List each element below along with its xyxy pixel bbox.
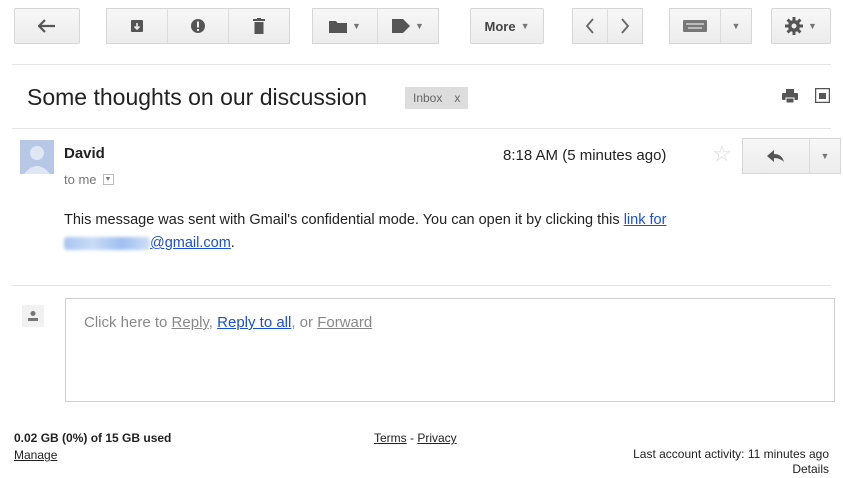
body-end: . xyxy=(230,235,235,251)
link-email-domain: @gmail.com xyxy=(150,235,231,251)
person-icon xyxy=(28,311,38,321)
navigation-group xyxy=(572,8,643,44)
redacted-email-local-part xyxy=(64,236,150,250)
inbox-label-chip[interactable]: Inbox x xyxy=(405,87,469,109)
message-divider xyxy=(12,285,831,286)
privacy-link[interactable]: Privacy xyxy=(417,431,456,445)
reply-sep2: , or xyxy=(291,314,318,331)
avatar[interactable] xyxy=(20,140,54,174)
last-activity: Last account activity: 11 minutes ago xyxy=(633,447,829,461)
chevron-down-icon: ▼ xyxy=(808,21,817,31)
remove-label-icon[interactable]: x xyxy=(454,91,460,105)
recipient-line: to me ▼ xyxy=(64,172,114,187)
terms-privacy: Terms - Privacy xyxy=(374,431,457,445)
chevron-down-icon: ▼ xyxy=(352,21,361,31)
input-tools-dropdown[interactable]: ▼ xyxy=(720,8,752,44)
folder-icon xyxy=(329,21,348,33)
back-button[interactable] xyxy=(14,8,80,44)
terms-link[interactable]: Terms xyxy=(374,431,407,445)
move-label-group: ▼ ▼ xyxy=(312,8,439,44)
delete-button[interactable] xyxy=(228,8,290,44)
settings-button[interactable]: ▼ xyxy=(771,8,831,44)
chevron-down-icon: ▼ xyxy=(520,21,530,31)
chevron-down-icon: ▼ xyxy=(731,21,741,31)
chevron-down-icon: ▼ xyxy=(820,151,830,161)
storage-usage: 0.02 GB (0%) of 15 GB used xyxy=(14,431,172,445)
label-icon xyxy=(392,19,411,33)
older-button[interactable] xyxy=(607,8,643,44)
back-arrow-icon xyxy=(38,19,55,33)
message-time: 8:18 AM (5 minutes ago) xyxy=(503,147,667,164)
input-tools-button[interactable] xyxy=(669,8,721,44)
archive-button[interactable] xyxy=(106,8,168,44)
reply-group: ▼ xyxy=(742,138,841,174)
show-details-icon[interactable]: ▼ xyxy=(102,174,114,185)
more-button[interactable]: More ▼ xyxy=(470,8,544,44)
reply-prefix: Click here to xyxy=(84,314,172,331)
toolbar-divider xyxy=(12,64,831,65)
new-window-button[interactable] xyxy=(814,87,831,108)
details-link[interactable]: Details xyxy=(792,462,829,476)
reply-link[interactable]: Reply xyxy=(172,314,209,331)
body-text: This message was sent with Gmail's confi… xyxy=(64,212,624,228)
person-silhouette-icon xyxy=(24,146,50,174)
footer-dash: - xyxy=(406,431,418,445)
gear-icon xyxy=(785,17,804,35)
recipient-text: to me xyxy=(64,172,97,187)
link-text-part1: link for xyxy=(623,212,667,228)
move-to-button[interactable]: ▼ xyxy=(312,8,378,44)
reply-arrow-icon xyxy=(767,149,784,162)
reply-all-link[interactable]: Reply to all xyxy=(217,314,291,331)
email-subject: Some thoughts on our discussion xyxy=(27,84,368,110)
chevron-down-icon: ▼ xyxy=(415,21,424,31)
message-body: This message was sent with Gmail's confi… xyxy=(64,209,824,255)
reply-sep1: , xyxy=(208,314,218,331)
newer-button[interactable] xyxy=(572,8,608,44)
print-all-button[interactable] xyxy=(782,89,798,108)
star-icon[interactable]: ☆ xyxy=(712,141,732,167)
reply-prompt: Click here to Reply, Reply to all, or Fo… xyxy=(84,314,372,331)
print-icon xyxy=(782,89,798,104)
new-window-icon xyxy=(814,87,831,104)
more-reply-options-button[interactable]: ▼ xyxy=(809,138,841,174)
manage-link[interactable]: Manage xyxy=(14,448,57,462)
label-chip-text: Inbox xyxy=(413,91,443,105)
delete-icon xyxy=(253,18,265,34)
input-tools-group: ▼ xyxy=(669,8,752,44)
reply-button[interactable] xyxy=(742,138,810,174)
archive-spam-delete-group xyxy=(106,8,290,44)
keyboard-icon xyxy=(683,20,707,32)
reply-avatar xyxy=(22,305,44,327)
forward-link[interactable]: Forward xyxy=(317,314,372,331)
subject-divider xyxy=(12,128,831,129)
archive-icon xyxy=(131,20,143,32)
labels-button[interactable]: ▼ xyxy=(377,8,439,44)
report-spam-button[interactable] xyxy=(167,8,229,44)
spam-icon xyxy=(191,19,205,33)
prev-icon xyxy=(585,18,594,34)
next-icon xyxy=(621,18,630,34)
sender-name[interactable]: David xyxy=(64,145,105,162)
more-label: More xyxy=(484,18,516,34)
